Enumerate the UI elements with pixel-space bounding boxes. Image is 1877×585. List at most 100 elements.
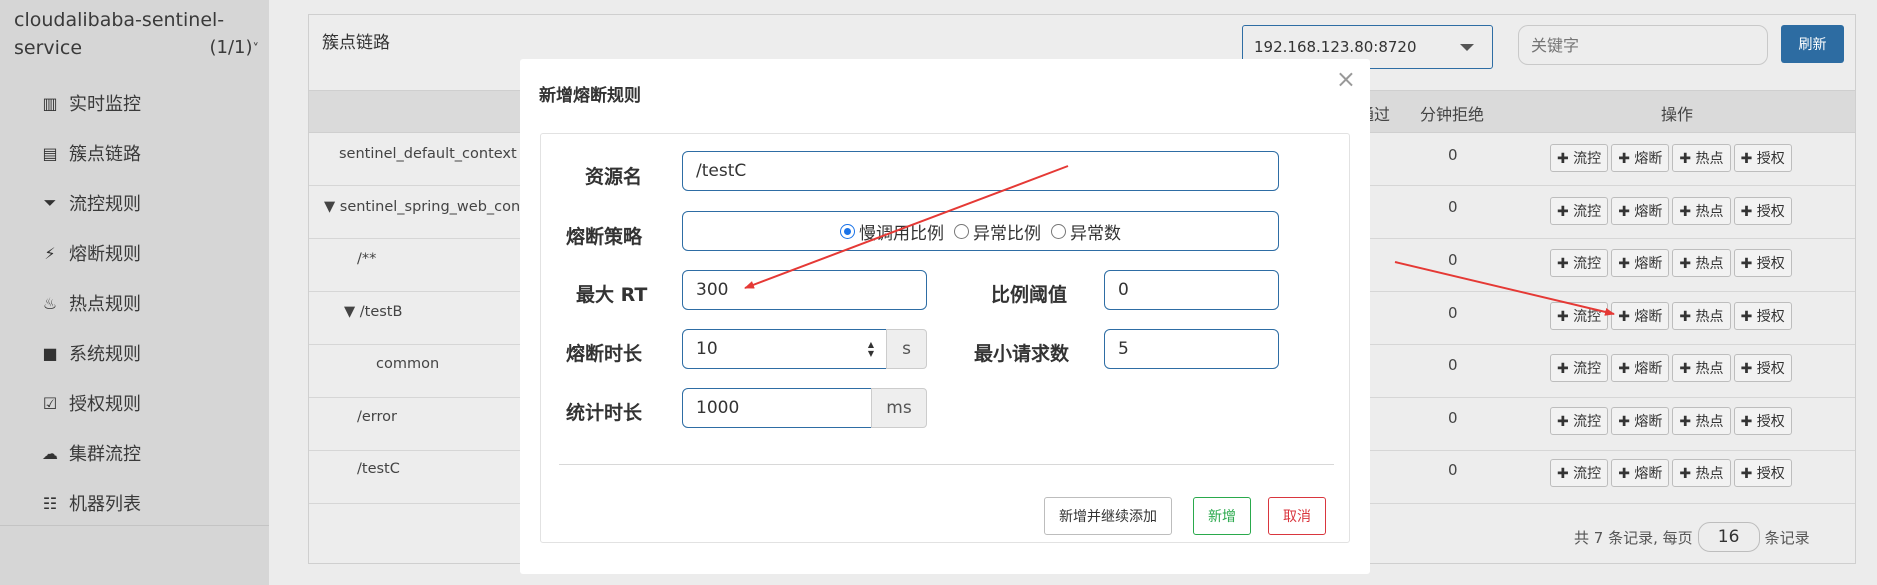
ratio-threshold-input[interactable]: 0: [1104, 270, 1279, 310]
bolt-icon: ⚡: [44, 243, 56, 263]
strategy-radio-group: 慢调用比例 异常比例 异常数: [682, 211, 1279, 251]
strategy-slow-ratio[interactable]: 慢调用比例: [840, 219, 944, 244]
authority-button[interactable]: ✚ 授权: [1733, 302, 1792, 330]
lock-icon: ■: [42, 343, 58, 363]
th-list-icon: ☷: [42, 493, 58, 513]
radio-label: 慢调用比例: [859, 223, 944, 244]
sidebar-item-authority-rules[interactable]: ☑ 授权规则: [0, 378, 269, 428]
authority-button[interactable]: ✚ 授权: [1733, 407, 1792, 435]
flow-control-button[interactable]: ✚ 流控: [1550, 144, 1609, 172]
stat-interval-unit: ms: [871, 388, 927, 428]
sidebar-item-label: 实时监控: [69, 94, 141, 115]
add-and-continue-button[interactable]: 新增并继续添加: [1044, 497, 1172, 535]
hotspot-button[interactable]: ✚ 热点: [1672, 249, 1731, 277]
sidebar-item-cluster-link[interactable]: ▤ 簇点链路: [0, 128, 269, 178]
sidebar-item-flow-rules[interactable]: ⏷ 流控规则: [0, 178, 269, 228]
degrade-button[interactable]: ✚ 熔断: [1611, 459, 1670, 487]
resource-label: 资源名: [585, 166, 643, 188]
max-rt-label: 最大 RT: [576, 284, 648, 306]
resource-name: /testC: [357, 461, 400, 477]
chevron-down-icon[interactable]: ˅: [253, 42, 260, 57]
row-value: 0: [1448, 198, 1458, 216]
hotspot-button[interactable]: ✚ 热点: [1672, 354, 1731, 382]
resource-input[interactable]: /testC: [682, 151, 1279, 191]
keyword-input[interactable]: [1518, 25, 1768, 65]
row-value: 0: [1448, 356, 1458, 374]
row-ops: ✚ 流控 ✚ 熔断 ✚ 热点 ✚ 授权: [1550, 407, 1792, 435]
flow-control-button[interactable]: ✚ 流控: [1550, 407, 1609, 435]
authority-button[interactable]: ✚ 授权: [1733, 354, 1792, 382]
refresh-button[interactable]: 刷新: [1781, 25, 1844, 63]
caret-down-icon: [1460, 44, 1474, 51]
dialog-divider: [559, 464, 1334, 465]
sidebar-item-realtime-monitor[interactable]: ▥ 实时监控: [0, 78, 269, 128]
sidebar-nav: ▥ 实时监控 ▤ 簇点链路 ⏷ 流控规则 ⚡ 熔断规则 ♨ 热点规则 ■ 系统规则 ☑ 授权规…: [0, 78, 269, 528]
row-ops: ✚ 流控 ✚ 熔断 ✚ 热点 ✚ 授权: [1550, 197, 1792, 225]
degrade-button[interactable]: ✚ 熔断: [1611, 144, 1670, 172]
sidebar-item-cluster-flow[interactable]: ☁ 集群流控: [0, 428, 269, 478]
duration-label: 熔断时长: [566, 343, 643, 365]
degrade-button[interactable]: ✚ 熔断: [1611, 302, 1670, 330]
row-ops: ✚ 流控 ✚ 熔断 ✚ 热点 ✚ 授权: [1550, 249, 1792, 277]
add-button[interactable]: 新增: [1193, 497, 1251, 535]
sidebar-item-degrade-rules[interactable]: ⚡ 熔断规则: [0, 228, 269, 278]
flow-control-button[interactable]: ✚ 流控: [1550, 354, 1609, 382]
row-ops: ✚ 流控 ✚ 熔断 ✚ 热点 ✚ 授权: [1550, 302, 1792, 330]
authority-button[interactable]: ✚ 授权: [1733, 249, 1792, 277]
sidebar-item-label: 授权规则: [69, 394, 141, 415]
authority-button[interactable]: ✚ 授权: [1733, 197, 1792, 225]
resource-name: common: [376, 356, 440, 372]
machine-count-text: (1/1): [209, 37, 253, 58]
authority-button[interactable]: ✚ 授权: [1733, 459, 1792, 487]
resource-name[interactable]: ▼ /testB: [344, 304, 402, 320]
resource-name: sentinel_default_context: [339, 146, 517, 162]
pagination-suffix: 条记录: [1764, 528, 1810, 547]
hotspot-button[interactable]: ✚ 热点: [1672, 144, 1731, 172]
radio-checked-icon: [840, 223, 855, 239]
radio-label: 异常数: [1070, 223, 1121, 244]
spinner-icon[interactable]: ▲ ▼: [868, 340, 874, 358]
flow-control-button[interactable]: ✚ 流控: [1550, 302, 1609, 330]
pagination: 共 7 条记录, 每页 16 条记录: [1574, 522, 1810, 552]
flow-control-button[interactable]: ✚ 流控: [1550, 459, 1609, 487]
min-request-input[interactable]: 5: [1104, 329, 1279, 369]
cloud-icon: ☁: [42, 443, 58, 463]
flow-control-button[interactable]: ✚ 流控: [1550, 197, 1609, 225]
list-icon: ▤: [42, 143, 58, 163]
col-header-minute-reject: 分钟拒绝: [1420, 105, 1485, 124]
strategy-error-ratio[interactable]: 异常比例: [954, 219, 1041, 244]
hotspot-button[interactable]: ✚ 热点: [1672, 459, 1731, 487]
stat-interval-label: 统计时长: [566, 402, 643, 424]
sidebar: cloudalibaba-sentinel- service (1/1)˅ ▥ 实…: [0, 0, 269, 585]
cancel-button[interactable]: 取消: [1268, 497, 1326, 535]
degrade-button[interactable]: ✚ 熔断: [1611, 407, 1670, 435]
sidebar-item-hotspot-rules[interactable]: ♨ 热点规则: [0, 278, 269, 328]
degrade-button[interactable]: ✚ 熔断: [1611, 197, 1670, 225]
degrade-button[interactable]: ✚ 熔断: [1611, 354, 1670, 382]
machine-select-value: 192.168.123.80:8720: [1254, 38, 1417, 56]
authority-button[interactable]: ✚ 授权: [1733, 144, 1792, 172]
sidebar-item-label: 热点规则: [69, 294, 141, 315]
dialog-form: 资源名 /testC 熔断策略 慢调用比例 异常比例 异常数 最大 RT 300…: [540, 133, 1350, 543]
resource-name[interactable]: ▼ sentinel_spring_web_conte: [324, 199, 535, 215]
page-size-input[interactable]: 16: [1697, 522, 1760, 552]
flow-control-button[interactable]: ✚ 流控: [1550, 249, 1609, 277]
strategy-label: 熔断策略: [566, 226, 643, 248]
degrade-button[interactable]: ✚ 熔断: [1611, 249, 1670, 277]
duration-unit: s: [886, 329, 927, 369]
hotspot-button[interactable]: ✚ 热点: [1672, 407, 1731, 435]
ratio-threshold-label: 比例阈值: [991, 284, 1068, 306]
sidebar-item-label: 流控规则: [69, 194, 141, 215]
duration-value: 10: [696, 339, 718, 359]
hotspot-button[interactable]: ✚ 热点: [1672, 302, 1731, 330]
duration-input[interactable]: 10 ▲ ▼: [682, 329, 887, 369]
sidebar-item-system-rules[interactable]: ■ 系统规则: [0, 328, 269, 378]
hotspot-button[interactable]: ✚ 热点: [1672, 197, 1731, 225]
max-rt-input[interactable]: 300: [682, 270, 927, 310]
app-title[interactable]: cloudalibaba-sentinel- service (1/1)˅: [14, 6, 259, 62]
row-ops: ✚ 流控 ✚ 熔断 ✚ 热点 ✚ 授权: [1550, 459, 1792, 487]
close-icon[interactable]: ×: [1336, 65, 1356, 93]
stat-interval-input[interactable]: 1000: [682, 388, 872, 428]
strategy-error-count[interactable]: 异常数: [1051, 219, 1121, 244]
sidebar-item-machine-list[interactable]: ☷ 机器列表: [0, 478, 269, 528]
